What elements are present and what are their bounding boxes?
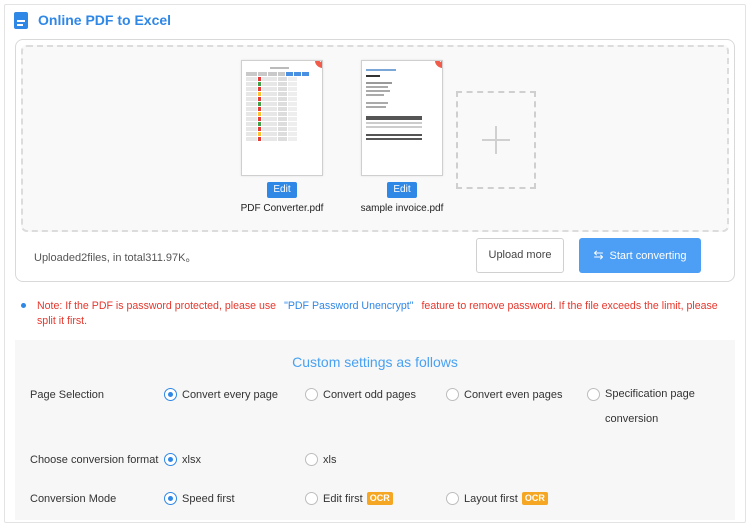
file-card: × Edit PDF Converter.pdf xyxy=(212,60,352,214)
option-convert-even-pages[interactable]: Convert even pages xyxy=(446,388,562,401)
edit-button[interactable]: Edit xyxy=(387,182,417,198)
option-speed-first[interactable]: Speed first xyxy=(164,492,235,505)
file-name: sample invoice.pdf xyxy=(360,203,444,214)
radio-checked-icon[interactable] xyxy=(164,453,177,466)
option-label: Speed first xyxy=(182,492,235,505)
ocr-badge: OCR xyxy=(521,492,548,505)
settings-title: Custom settings as follows xyxy=(292,354,458,370)
file-name: PDF Converter.pdf xyxy=(240,203,324,214)
radio-icon[interactable] xyxy=(305,453,318,466)
option-specification-page-conversion[interactable]: Specification page conversion xyxy=(587,382,697,432)
page-title: Online PDF to Excel xyxy=(38,12,172,28)
file-card: × Edit sample invoice.pdf xyxy=(332,60,472,214)
option-label: xlsx xyxy=(182,453,201,466)
page-selection-label: Page Selection xyxy=(30,389,104,401)
file-thumbnail[interactable]: × xyxy=(241,60,323,176)
page-header: Online PDF to Excel xyxy=(14,10,171,30)
note-bullet-icon xyxy=(21,303,26,308)
conversion-mode-label: Conversion Mode xyxy=(30,493,117,505)
option-label: Convert odd pages xyxy=(323,388,416,401)
start-converting-label: Start converting xyxy=(609,250,687,262)
option-label: Layout first xyxy=(464,492,518,505)
note-prefix: Note: If the PDF is password protected, … xyxy=(37,300,277,312)
settings-panel: Custom settings as follows Page Selectio… xyxy=(15,340,735,520)
option-label: xls xyxy=(323,453,337,466)
radio-icon[interactable] xyxy=(446,388,459,401)
dropzone[interactable]: × Edit PDF Converter.pdf xyxy=(21,45,729,232)
conversion-format-label: Choose conversion format xyxy=(30,454,159,466)
upload-summary: Uploaded2files, in total311.97K。 xyxy=(34,252,197,264)
password-note: Note: If the PDF is password protected, … xyxy=(21,299,731,329)
radio-checked-icon[interactable] xyxy=(164,388,177,401)
radio-icon[interactable] xyxy=(305,388,318,401)
file-thumbnail[interactable]: × xyxy=(361,60,443,176)
plus-icon[interactable] xyxy=(456,91,536,189)
radio-checked-icon[interactable] xyxy=(164,492,177,505)
option-convert-every-page[interactable]: Convert every page xyxy=(164,388,278,401)
note-text: Note: If the PDF is password protected, … xyxy=(37,299,731,329)
option-xlsx[interactable]: xlsx xyxy=(164,453,201,466)
ocr-badge: OCR xyxy=(366,492,393,505)
spreadsheet-preview xyxy=(246,67,318,142)
upload-more-button[interactable]: Upload more xyxy=(476,238,564,273)
upload-panel: × Edit PDF Converter.pdf xyxy=(15,39,735,282)
option-convert-odd-pages[interactable]: Convert odd pages xyxy=(305,388,416,401)
password-unencrypt-link[interactable]: "PDF Password Unencrypt" xyxy=(284,300,413,312)
radio-icon[interactable] xyxy=(305,492,318,505)
option-xls[interactable]: xls xyxy=(305,453,336,466)
swap-arrows-icon: ⇆ xyxy=(593,248,604,262)
document-icon xyxy=(14,11,28,29)
invoice-preview xyxy=(366,67,438,140)
option-label: Edit first xyxy=(323,492,363,505)
option-layout-first[interactable]: Layout first OCR xyxy=(446,492,548,505)
option-label: Convert every page xyxy=(182,388,278,401)
option-edit-first[interactable]: Edit first OCR xyxy=(305,492,393,505)
option-label: Specification page conversion xyxy=(605,388,695,425)
start-converting-button[interactable]: ⇆ Start converting xyxy=(579,238,701,273)
radio-icon[interactable] xyxy=(446,492,459,505)
option-label: Convert even pages xyxy=(464,388,563,401)
radio-icon[interactable] xyxy=(587,388,600,401)
edit-button[interactable]: Edit xyxy=(267,182,297,198)
